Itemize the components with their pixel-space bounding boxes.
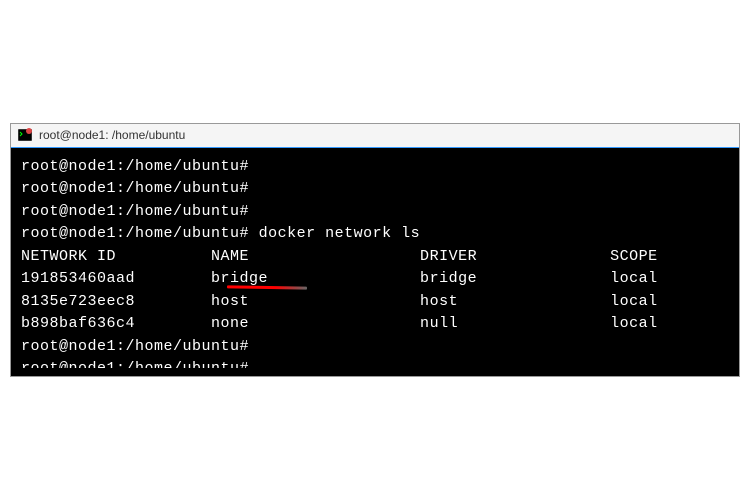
command-text: docker network ls [259, 225, 421, 242]
terminal-icon [17, 127, 33, 143]
terminal-body[interactable]: root@node1:/home/ubuntu# root@node1:/hom… [11, 148, 739, 377]
table-header-row: NETWORK ID NAME DRIVER SCOPE [21, 246, 729, 269]
terminal-window: root@node1: /home/ubuntu root@node1:/hom… [10, 123, 740, 378]
prompt-line: root@node1:/home/ubuntu# [21, 156, 729, 179]
prompt-line: root@node1:/home/ubuntu# [21, 201, 729, 224]
table-row: 191853460aad bridge bridge local [21, 268, 729, 291]
command-line: root@node1:/home/ubuntu# docker network … [21, 223, 729, 246]
table-row: 8135e723eec8 host host local [21, 291, 729, 314]
prompt-line: root@node1:/home/ubuntu# [21, 336, 729, 359]
window-title: root@node1: /home/ubuntu [39, 128, 185, 142]
table-row: b898baf636c4 none null local [21, 313, 729, 336]
prompt-line: root@node1:/home/ubuntu# [21, 178, 729, 201]
window-titlebar[interactable]: root@node1: /home/ubuntu [11, 124, 739, 148]
prompt-line-partial: root@node1:/home/ubuntu# [21, 358, 729, 368]
